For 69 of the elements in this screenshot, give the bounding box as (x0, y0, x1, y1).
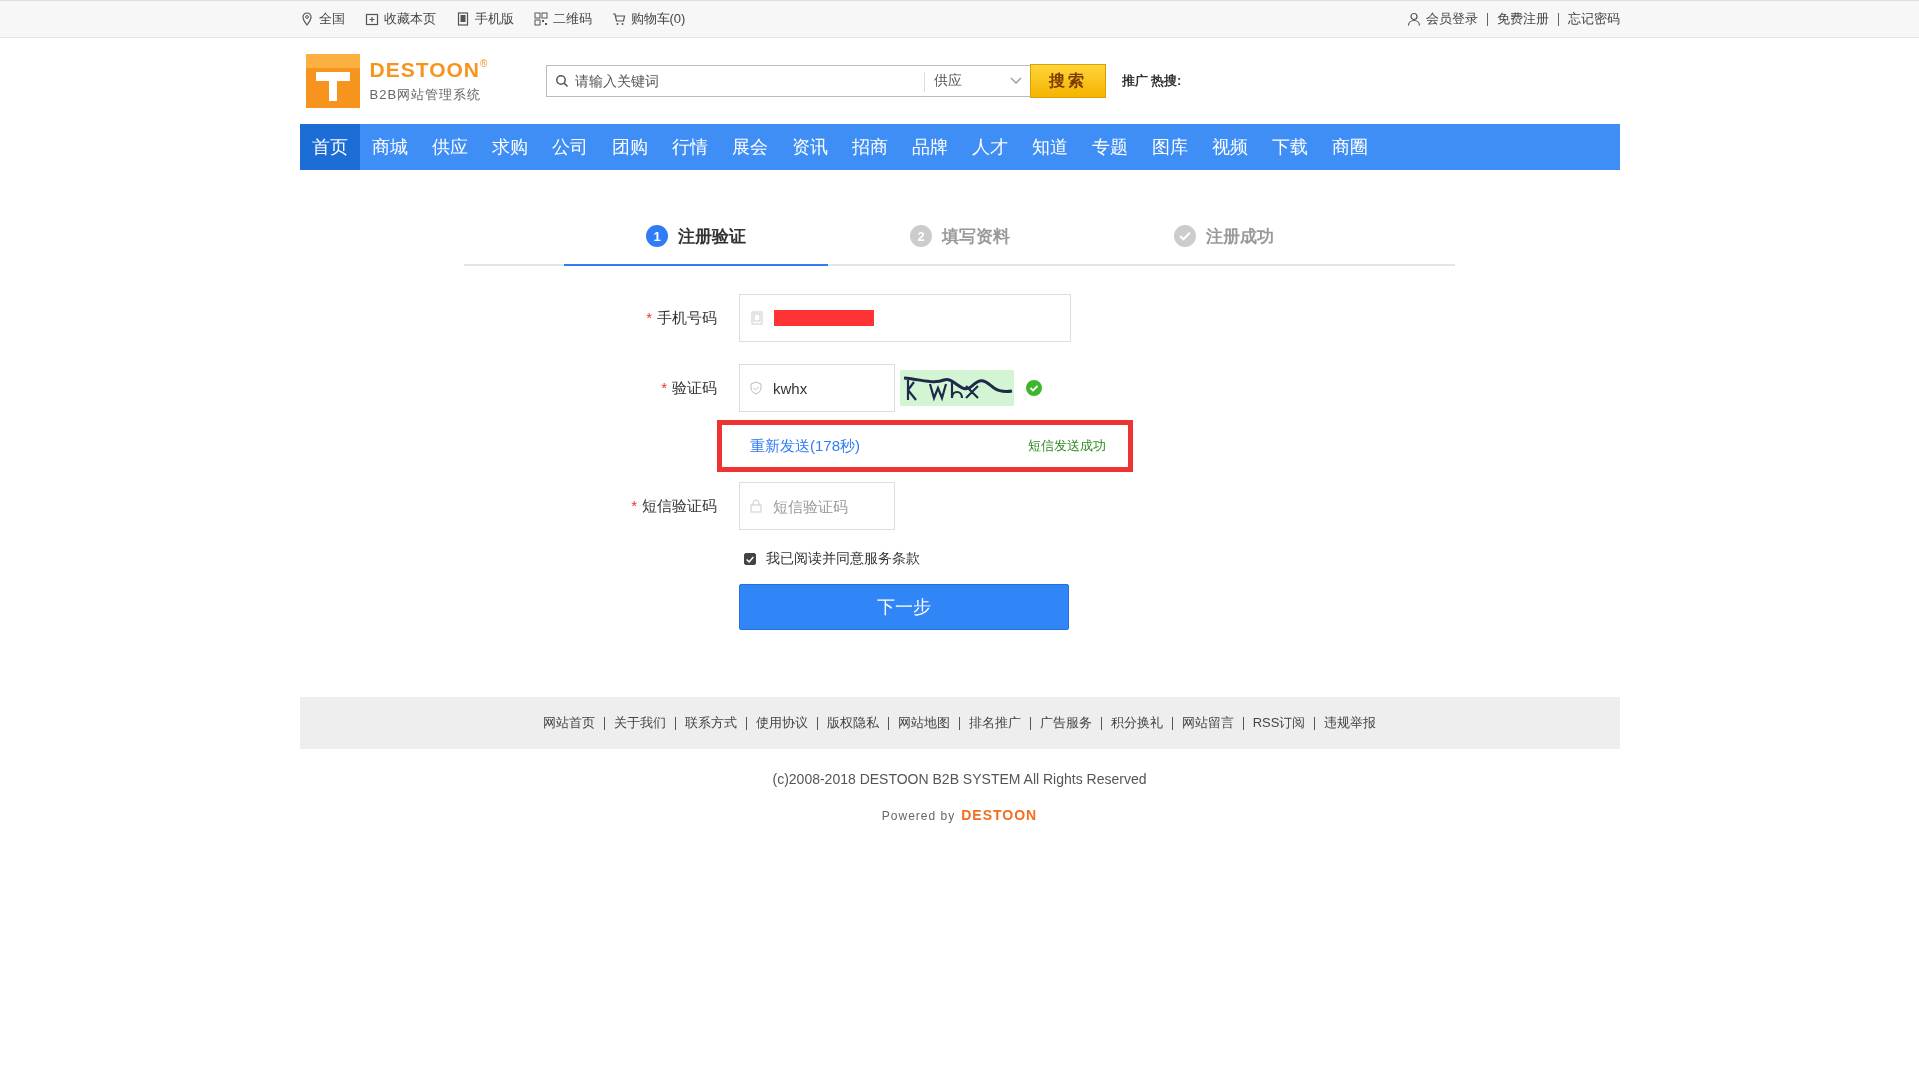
logo-icon (305, 54, 360, 108)
captcha-image[interactable] (900, 370, 1014, 406)
footer-link[interactable]: 网站首页 (542, 714, 595, 732)
location-pin-icon (299, 12, 314, 26)
hot-search-label: 推广 热搜: (1121, 72, 1182, 90)
footer-link[interactable]: 关于我们 (613, 714, 666, 732)
phone-field[interactable] (739, 294, 1071, 342)
field-label: 验证码 (672, 378, 717, 398)
user-icon (1406, 12, 1421, 26)
top-link-label: 收藏本页 (383, 10, 436, 28)
nav-item[interactable]: 首页 (299, 124, 360, 170)
footer-link[interactable]: 积分换礼 (1110, 714, 1163, 732)
registered-mark: ® (479, 58, 488, 69)
agree-checkbox[interactable] (744, 553, 756, 565)
account-link-label: 会员登录 (1425, 10, 1478, 28)
top-link[interactable]: 二维码 (533, 10, 592, 28)
step-title: 填写资料 (942, 225, 1010, 248)
footer-link[interactable]: 联系方式 (684, 714, 737, 732)
footer-link[interactable]: 网站地图 (897, 714, 950, 732)
next-step-button[interactable]: 下一步 (739, 584, 1069, 630)
resend-link[interactable]: 重新发送(178秒) (750, 436, 861, 456)
account-link[interactable]: 忘记密码 (1567, 10, 1620, 28)
captcha-field[interactable]: kwhx (739, 364, 895, 412)
required-mark: * (646, 308, 652, 328)
shield-icon (749, 381, 763, 395)
footer-link[interactable]: 违规举报 (1324, 714, 1377, 732)
account-link[interactable]: 会员登录 (1406, 10, 1478, 28)
required-mark: * (631, 496, 637, 516)
sms-code-field[interactable]: 短信验证码 (739, 482, 895, 530)
mobile-icon (455, 12, 470, 26)
chevron-down-icon (1009, 77, 1022, 85)
footer-link[interactable]: RSS订阅 (1252, 714, 1306, 732)
cart-icon (611, 12, 626, 26)
step-number: 1 (646, 225, 668, 247)
powered-by-text: Powered by (881, 809, 956, 823)
search-field[interactable]: 请输入关键词 (545, 65, 924, 97)
search-button[interactable]: 搜索 (1029, 64, 1106, 98)
search-icon (554, 74, 569, 88)
field-label: 短信验证码 (642, 496, 717, 516)
copyright-text: (c)2008-2018 DESTOON B2B SYSTEM All Rights Reserved (771, 771, 1148, 787)
logo-subtitle: B2B网站管理系统 (369, 86, 483, 104)
step-title: 注册验证 (678, 225, 746, 248)
agree-label: 我已阅读并同意服务条款 (766, 550, 920, 568)
lock-icon (749, 499, 763, 513)
account-link[interactable]: 免费注册 (1496, 10, 1549, 28)
qr-code-icon (533, 12, 548, 26)
field-label: 手机号码 (657, 308, 717, 328)
top-link-label: 全国 (318, 10, 345, 28)
sms-status-text: 短信发送成功 (1028, 437, 1106, 455)
top-link-label: 手机版 (474, 10, 514, 28)
bookmark-icon (364, 12, 379, 26)
footer-link[interactable]: 广告服务 (1039, 714, 1092, 732)
check-circle-icon (1174, 225, 1196, 247)
top-link[interactable]: 收藏本页 (364, 10, 436, 28)
footer-link[interactable]: 版权隐私 (826, 714, 879, 732)
footer-link[interactable]: 排名推广 (968, 714, 1021, 732)
top-link[interactable]: 手机版 (455, 10, 514, 28)
category-dropdown[interactable]: 供应 (923, 65, 1030, 97)
powered-brand: DESTOON (961, 807, 1038, 823)
top-link[interactable]: 全国 (299, 10, 345, 28)
top-link[interactable]: 购物车(0) (611, 10, 686, 28)
footer-link[interactable]: 网站留言 (1181, 714, 1234, 732)
top-link-label: 二维码 (552, 10, 592, 28)
top-link-label: 购物车(0) (630, 10, 686, 28)
required-mark: * (661, 378, 667, 398)
logo-wordmark: DESTOON (369, 58, 480, 82)
step-title: 注册成功 (1206, 225, 1274, 248)
phone-icon (750, 311, 764, 325)
footer-link[interactable]: 使用协议 (755, 714, 808, 732)
